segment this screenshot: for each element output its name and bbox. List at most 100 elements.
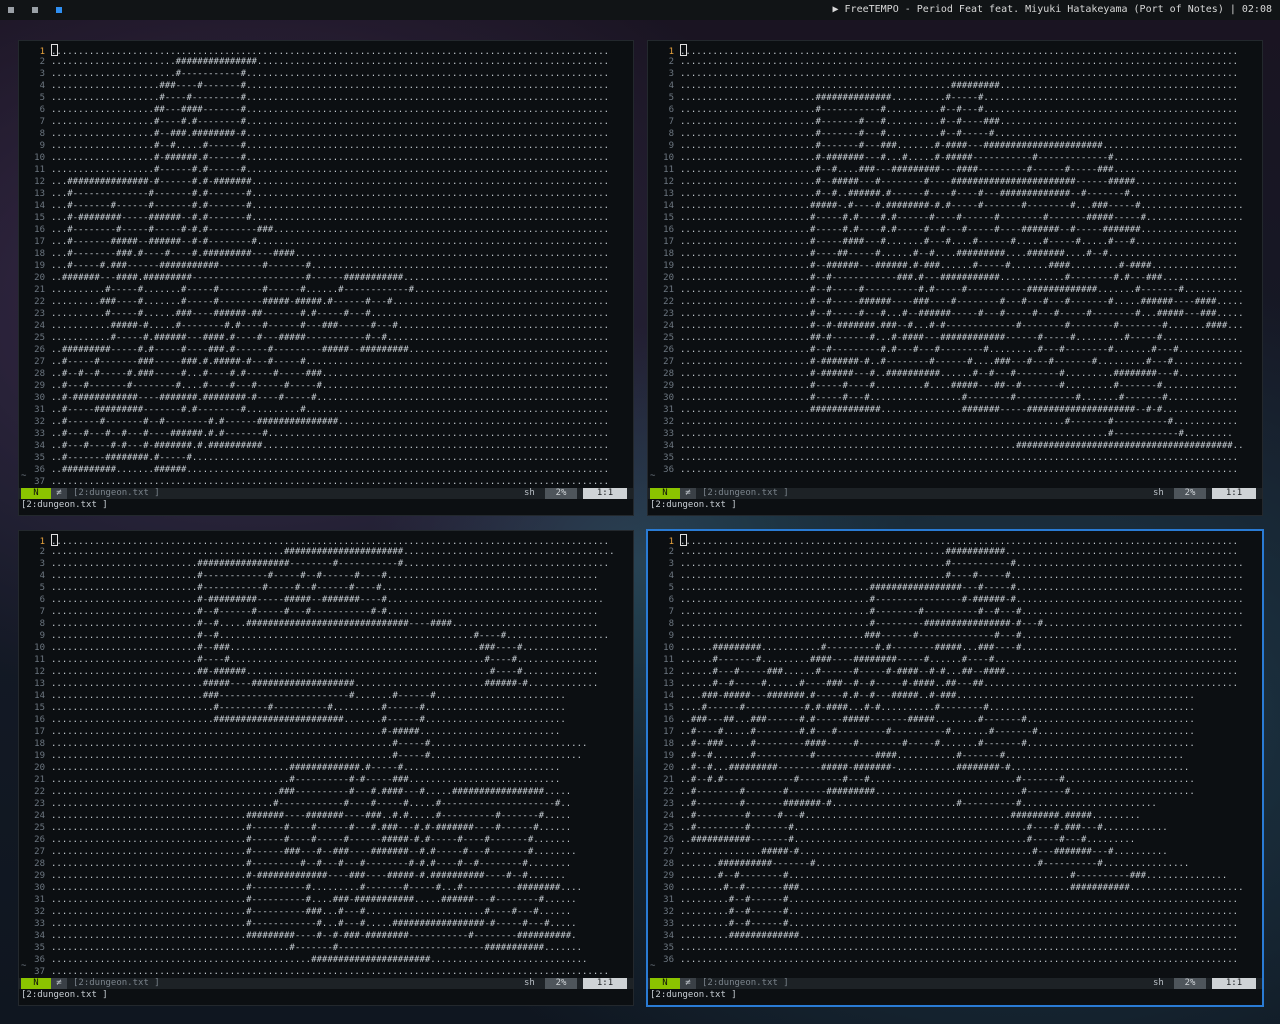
buffer-line: 6 .........................#-----------#.… xyxy=(648,104,1262,116)
line-number: 26 xyxy=(34,345,45,355)
buffer-line: 33......................................… xyxy=(648,428,1262,440)
command-line[interactable]: [2:dungeon.txt ] xyxy=(650,500,737,511)
buffer-line: 33 ....................................#-… xyxy=(19,918,633,930)
line-text: ...................#-######.#------#....… xyxy=(51,153,610,163)
buffer-line: 5 ....................#----#---------#...… xyxy=(19,92,633,104)
line-text: ..#--------#-------#######-#............… xyxy=(680,799,1157,809)
modified-indicator: ≠ xyxy=(51,488,67,499)
buffer-line: 37......................................… xyxy=(19,476,633,488)
editor-pane-top-right[interactable]: 1.......................................… xyxy=(647,40,1263,516)
buffer-line: 1.......................................… xyxy=(19,534,633,547)
cursor-position: 1:1 xyxy=(583,488,627,499)
line-number: 3 xyxy=(39,559,45,569)
line-number: 29 xyxy=(663,381,674,391)
command-line[interactable]: [2:dungeon.txt ] xyxy=(21,500,108,511)
line-text: ..#---------#-------#...................… xyxy=(680,823,1168,833)
buffer-line: 23 ..........#-----#......###----######-#… xyxy=(19,308,633,320)
line-number: 34 xyxy=(34,931,45,941)
line-number: 20 xyxy=(663,763,674,773)
scroll-percent: 2% xyxy=(545,978,577,989)
workspace-3-indicator[interactable] xyxy=(56,7,62,13)
line-text: ...#-------#####--######--#-#--------#..… xyxy=(51,237,610,247)
line-number: 24 xyxy=(34,321,45,331)
buffer-line: 7 .........................#-------#---#.… xyxy=(648,116,1262,128)
line-number: 12 xyxy=(34,667,45,677)
command-line[interactable]: [2:dungeon.txt ] xyxy=(650,990,737,1001)
line-text: ........................#-----#.#----#.#… xyxy=(680,213,1244,223)
line-text: ...#-----#.###------###########--------#… xyxy=(51,261,610,271)
text-buffer[interactable]: 1.......................................… xyxy=(648,534,1262,966)
line-text: ...#-########-----######--#.#-------#...… xyxy=(51,213,610,223)
line-number: 26 xyxy=(663,345,674,355)
status-line: N ≠ [2:dungeon.txt ] sh 2% 1:1 xyxy=(648,488,1262,499)
line-number: 8 xyxy=(668,619,674,629)
buffer-line: 10 ...........................#--###.....… xyxy=(19,642,633,654)
line-number: 35 xyxy=(663,943,674,953)
buffer-line: 19 ...#-----#.###------###########-------… xyxy=(19,260,633,272)
line-text: ........................#--#-----######-… xyxy=(680,297,1244,307)
editor-pane-bottom-left[interactable]: 1.......................................… xyxy=(18,530,634,1006)
top-bar: ▶ FreeTEMPO - Period Feat feat. Miyuki H… xyxy=(0,0,1280,20)
text-buffer[interactable]: 1.......................................… xyxy=(648,44,1262,476)
line-text: ........................#-######---#..##… xyxy=(680,369,1239,379)
buffer-line: 12 ......#---#-----###......#------#-----… xyxy=(648,666,1262,678)
line-number: 23 xyxy=(34,309,45,319)
editor-pane-top-left[interactable]: 1.......................................… xyxy=(18,40,634,516)
line-number: 7 xyxy=(39,607,45,617)
line-number: 33 xyxy=(34,429,45,439)
line-number: 29 xyxy=(34,871,45,881)
workspace-2-indicator[interactable] xyxy=(32,7,38,13)
line-number: 23 xyxy=(34,799,45,809)
buffer-line: 36 ..##########.......######.............… xyxy=(19,464,633,476)
buffer-line: 29 .......#--#--------#..................… xyxy=(648,870,1262,882)
buffer-line: 6 ...................................#---… xyxy=(648,594,1262,606)
end-of-buffer-marker: ~ xyxy=(650,471,656,481)
line-number: 15 xyxy=(34,703,45,713)
line-number: 29 xyxy=(663,871,674,881)
status-filename: [2:dungeon.txt ] xyxy=(702,488,789,498)
buffer-line: 19......................................… xyxy=(19,750,633,762)
line-number: 30 xyxy=(34,393,45,403)
buffer-line: 25 ........................##-#-------#..… xyxy=(648,332,1262,344)
buffer-line: 22 ..#--------#-------#-------#########..… xyxy=(648,786,1262,798)
line-text: ....###-#####---#######.#-----#.#--#---#… xyxy=(680,691,1195,701)
line-text: ........................................… xyxy=(680,955,1239,965)
text-buffer[interactable]: 1.......................................… xyxy=(19,534,633,978)
buffer-line: 21 ..#--#.#-------------#--------#---#...… xyxy=(648,774,1262,786)
line-text: ...................................#----… xyxy=(680,619,1244,629)
line-number: 33 xyxy=(663,429,674,439)
buffer-line: 11 ......#-------#.........####----######… xyxy=(648,654,1262,666)
cursor-position: 1:1 xyxy=(1212,978,1256,989)
workspace-1-indicator[interactable] xyxy=(8,7,14,13)
line-number: 34 xyxy=(663,441,674,451)
line-number: 5 xyxy=(668,583,674,593)
text-buffer[interactable]: 1.......................................… xyxy=(19,44,633,500)
buffer-line: 4.......................................… xyxy=(648,570,1262,582)
buffer-line: 7 ...................................#---… xyxy=(648,606,1262,618)
buffer-line: 29 ..#---#-------#--------#....#----#---#… xyxy=(19,380,633,392)
command-line[interactable]: [2:dungeon.txt ] xyxy=(21,990,108,1001)
line-number: 10 xyxy=(663,643,674,653)
status-filename: [2:dungeon.txt ] xyxy=(73,978,160,988)
line-text: ........................#####-.#----#.##… xyxy=(680,201,1244,211)
line-number: 21 xyxy=(663,285,674,295)
text-cursor xyxy=(51,534,58,546)
editor-pane-bottom-right[interactable]: 1.......................................… xyxy=(646,529,1264,1007)
line-text: ........................#-----####---#..… xyxy=(680,237,1239,247)
buffer-line: 35 ..#-------########.#-----#............… xyxy=(19,452,633,464)
line-number: 28 xyxy=(663,859,674,869)
buffer-line: 26 ....................................#-… xyxy=(19,834,633,846)
buffer-line: 25 ....................................#-… xyxy=(19,822,633,834)
line-text: ..#######---####.#########--------------… xyxy=(51,273,610,283)
line-number: 14 xyxy=(34,691,45,701)
buffer-line: 20 ........................#--#----------… xyxy=(648,272,1262,284)
line-number: 15 xyxy=(663,213,674,223)
line-number: 23 xyxy=(663,309,674,319)
line-text: ..##########.......######...............… xyxy=(51,465,610,475)
line-text: ........................................… xyxy=(680,453,1239,463)
line-text: ..#--#.#-------------#--------#---#.....… xyxy=(680,775,1195,785)
line-number: 10 xyxy=(663,153,674,163)
buffer-line: 11 ...................#------#.#------#..… xyxy=(19,164,633,176)
line-text: ....#------#-----------#.#-####...#-#...… xyxy=(680,703,1195,713)
buffer-line: 23 ........................#--#-----#---#… xyxy=(648,308,1262,320)
